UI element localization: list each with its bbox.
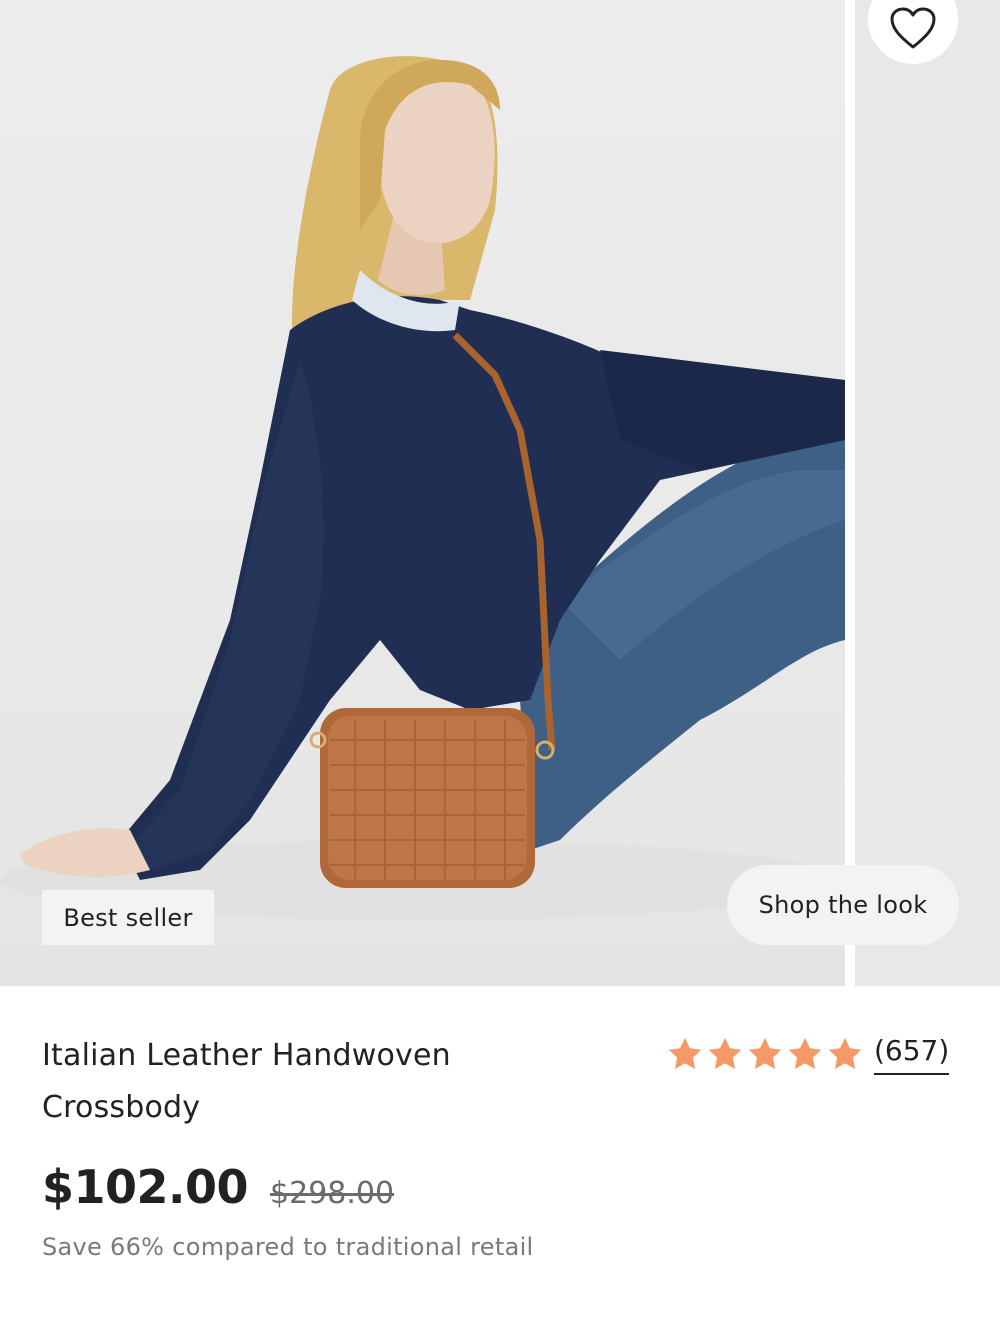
- price-row: $102.00 $298.00: [42, 1160, 394, 1214]
- model-with-bag-illustration: [0, 56, 845, 920]
- product-title[interactable]: Italian Leather Handwoven Crossbody: [42, 1030, 602, 1134]
- shop-the-look-button[interactable]: Shop the look: [727, 865, 959, 945]
- next-product-photo-preview[interactable]: [855, 0, 1000, 986]
- review-count-link[interactable]: (657): [874, 1033, 950, 1075]
- star-icon: [828, 1037, 862, 1070]
- next-photo-illustration: [855, 0, 1000, 986]
- star-icon: [668, 1037, 702, 1070]
- product-rating[interactable]: (657): [666, 1032, 950, 1076]
- star-icon: [788, 1037, 822, 1070]
- product-image-gallery[interactable]: Best seller Shop the look: [0, 0, 1000, 986]
- savings-text: Save 66% compared to traditional retail: [42, 1233, 534, 1261]
- best-seller-badge: Best seller: [42, 890, 214, 945]
- original-price: $298.00: [270, 1176, 395, 1211]
- rating-stars: [666, 1035, 864, 1073]
- product-photo[interactable]: [0, 0, 845, 986]
- heart-outline-icon: [890, 7, 936, 49]
- sale-price: $102.00: [42, 1160, 249, 1214]
- star-icon: [708, 1037, 742, 1070]
- star-icon: [748, 1037, 782, 1070]
